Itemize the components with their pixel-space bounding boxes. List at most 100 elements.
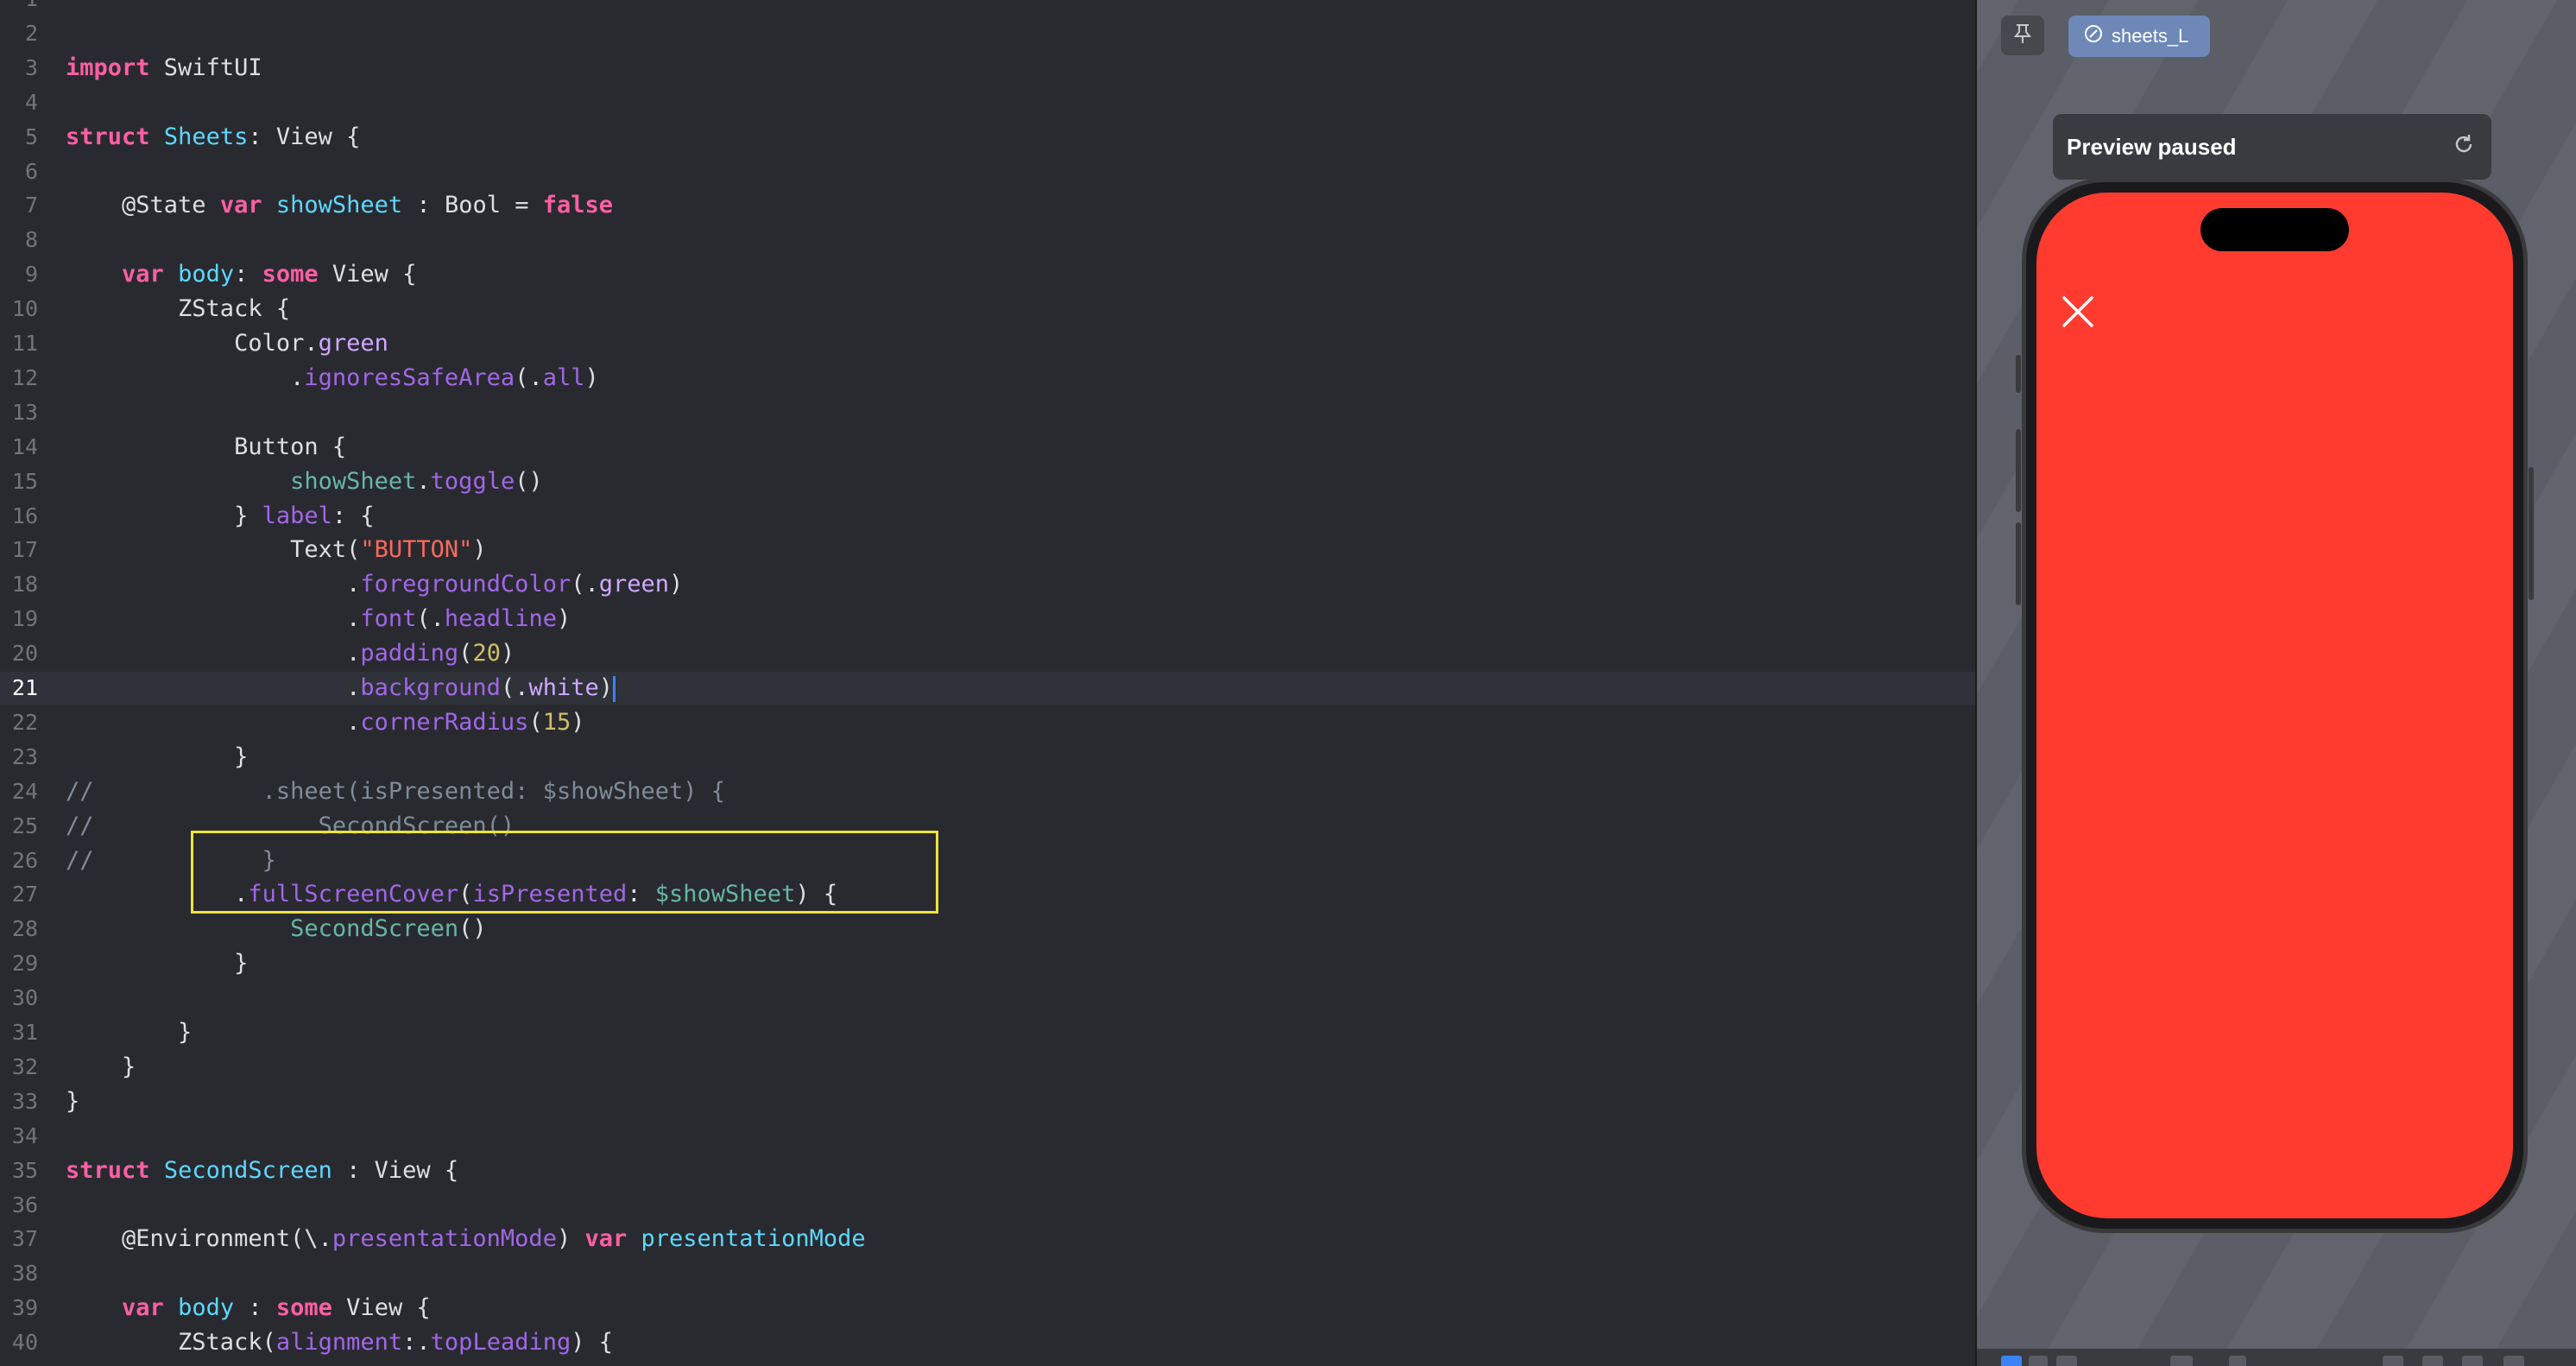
selectable-mode-button[interactable] [2029, 1356, 2048, 1366]
code-line[interactable]: 39 var body : some View { [0, 1292, 1975, 1325]
code-line[interactable]: 23 } [0, 741, 1975, 774]
zoom-in-button[interactable] [2462, 1356, 2483, 1366]
code-line[interactable]: 29 } [0, 947, 1975, 980]
code-text: import SwiftUI [66, 52, 262, 85]
line-number: 15 [11, 469, 38, 494]
code-token: ignoresSafeArea [304, 364, 515, 391]
code-line[interactable]: 36 [0, 1189, 1975, 1222]
code-token: ) [584, 364, 599, 391]
code-token: . [66, 605, 361, 632]
code-line[interactable]: 16 } label: { [0, 500, 1975, 533]
code-line[interactable]: 6 [0, 155, 1975, 188]
device-frame [2016, 178, 2534, 1233]
code-line[interactable]: 24 // .sheet(isPresented: $showSheet) { [0, 775, 1975, 808]
device-picker-button[interactable] [2229, 1356, 2246, 1366]
code-line[interactable]: 2 [0, 17, 1975, 50]
code-line[interactable]: 5 struct Sheets: View { [0, 121, 1975, 154]
code-token: 20 [472, 640, 501, 667]
device-screen[interactable] [2036, 193, 2513, 1218]
code-line[interactable]: 33} [0, 1085, 1975, 1118]
code-text: } [66, 947, 248, 980]
line-number: 33 [11, 1089, 38, 1114]
code-token: (. [500, 674, 529, 701]
code-line[interactable]: 22 .cornerRadius(15) [0, 706, 1975, 739]
code-line[interactable]: 30 [0, 982, 1975, 1015]
code-line[interactable]: 10 ZStack { [0, 293, 1975, 326]
variants-button[interactable] [2056, 1356, 2077, 1366]
line-number: 30 [11, 985, 38, 1010]
code-line[interactable]: 19 .font(.headline) [0, 603, 1975, 636]
code-line[interactable]: 32 } [0, 1051, 1975, 1084]
code-token: Color. [66, 330, 319, 357]
code-line[interactable]: 15 showSheet.toggle() [0, 465, 1975, 498]
code-token: (. [515, 364, 543, 391]
zoom-fit-button[interactable] [2503, 1356, 2524, 1366]
code-line[interactable]: 12 .ignoresSafeArea(.all) [0, 362, 1975, 395]
code-line[interactable]: 11 Color.green [0, 327, 1975, 360]
code-token: ZStack { [66, 295, 291, 322]
line-number: 28 [11, 916, 38, 941]
close-icon[interactable] [2061, 294, 2095, 329]
code-line[interactable]: 38 [0, 1257, 1975, 1290]
code-line[interactable]: 31 } [0, 1016, 1975, 1049]
code-text: var body : some View { [66, 1292, 431, 1325]
code-line[interactable]: 21 .background(.white) [0, 672, 1975, 705]
code-line[interactable]: 34 [0, 1120, 1975, 1153]
code-line[interactable]: 20 .padding(20) [0, 637, 1975, 670]
code-line[interactable]: 3 import SwiftUI [0, 52, 1975, 85]
code-editor[interactable]: 12 3 import SwiftUI45struct Sheets: View {… [0, 0, 1975, 1366]
line-number: 16 [11, 503, 38, 528]
code-line[interactable]: 14 Button { [0, 431, 1975, 464]
code-line[interactable]: 35 struct SecondScreen : View { [0, 1154, 1975, 1187]
code-line[interactable]: 37 @Environment(\.presentationMode) var … [0, 1223, 1975, 1255]
line-number: 3 [24, 55, 38, 80]
code-token: Button { [66, 433, 347, 460]
code-token: topLeading [430, 1329, 571, 1356]
line-number: 22 [11, 710, 38, 735]
code-token: } [66, 503, 262, 529]
code-token: : View { [331, 1157, 459, 1184]
code-line[interactable]: 28 SecondScreen() [0, 913, 1975, 945]
code-token: ) [556, 1225, 585, 1252]
line-number: 37 [11, 1226, 38, 1251]
code-line[interactable]: 8 [0, 224, 1975, 256]
code-line[interactable]: 9 var body: some View { [0, 258, 1975, 291]
code-token: : View { [248, 123, 361, 150]
code-line[interactable]: 7 @State var showSheet : Bool = false [0, 189, 1975, 222]
device-settings-button[interactable] [2170, 1356, 2193, 1366]
code-token: } [66, 743, 249, 770]
code-line[interactable]: 18 .foregroundColor(.green) [0, 568, 1975, 601]
code-token: ( [458, 640, 473, 667]
zoom-actual-button[interactable] [2422, 1356, 2443, 1366]
line-number: 14 [11, 434, 38, 459]
code-token: . [66, 674, 361, 701]
code-text: Color.red [66, 1361, 360, 1366]
pin-button[interactable] [2001, 16, 2044, 55]
preview-tab[interactable]: sheets_L [2068, 16, 2210, 57]
line-number: 12 [11, 365, 38, 390]
code-text: @State var showSheet : Bool = false [66, 189, 613, 222]
code-token: : Bool = [402, 192, 543, 218]
code-line[interactable]: 1 [0, 0, 1975, 16]
code-token: green [318, 330, 388, 357]
refresh-icon[interactable] [2452, 132, 2476, 162]
code-text: } [66, 1085, 79, 1118]
code-line[interactable]: 4 [0, 86, 1975, 119]
device-power-button [2529, 467, 2534, 600]
code-line[interactable]: 17 Text("BUTTON") [0, 534, 1975, 566]
code-line[interactable]: 13 [0, 396, 1975, 429]
zoom-out-button[interactable] [2383, 1356, 2403, 1366]
code-line[interactable]: 41 Color.red [0, 1361, 1975, 1366]
line-number: 31 [11, 1020, 38, 1045]
code-text: } [66, 741, 248, 774]
live-mode-button[interactable] [2001, 1356, 2022, 1366]
code-line[interactable]: 40 ZStack(alignment:.topLeading) { [0, 1326, 1975, 1359]
line-number: 5 [24, 124, 38, 149]
code-text: @Environment(\.presentationMode) var pre… [66, 1223, 866, 1255]
code-token: var [122, 261, 164, 288]
code-token: ) [556, 605, 571, 632]
